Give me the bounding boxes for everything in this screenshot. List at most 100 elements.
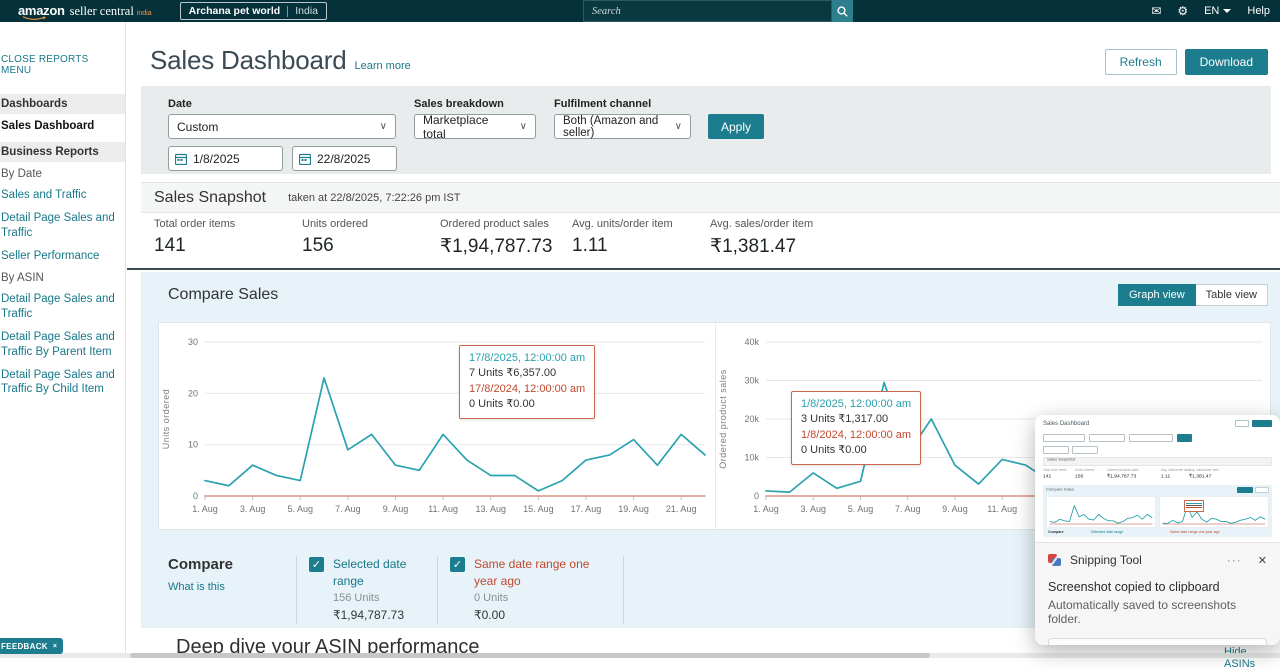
svg-text:1. Aug: 1. Aug [753,504,779,514]
tooltip-current-value: 3 Units ₹1,317.00 [801,412,911,427]
tooltip-prior-date: 1/8/2024, 12:00:00 am [801,428,911,443]
tooltip-current-value: 7 Units ₹6,357.00 [469,366,585,381]
view-toggle: Graph view Table view [1118,284,1268,306]
fulfilment-channel-dropdown[interactable]: Both (Amazon and seller) ∨ [554,114,691,139]
selected-range-checkbox[interactable]: ✓ [309,557,324,572]
more-options-icon[interactable]: ··· [1227,553,1242,567]
legend-series-label: Same date range one year ago [474,556,604,591]
svg-text:13. Aug: 13. Aug [475,504,506,514]
sidebar-item[interactable]: Sales and Traffic [0,182,126,205]
header-buttons: Refresh Download [1105,49,1268,75]
units-ordered-chart[interactable]: 01020301. Aug3. Aug5. Aug7. Aug9. Aug11.… [159,323,715,529]
sidebar-item[interactable]: Seller Performance [0,243,126,266]
store-region: India [295,5,318,17]
date-from-input[interactable]: 1/8/2025 [168,146,283,171]
snapshot-timestamp: taken at 22/8/2025, 7:22:26 pm IST [288,192,460,204]
chevron-down-icon: ∨ [380,121,387,132]
search-input[interactable] [583,0,832,22]
calendar-icon [293,147,317,170]
tooltip-current-date: 17/8/2025, 12:00:00 am [469,351,585,366]
feedback-label: FEEDBACK [1,642,48,651]
sidebar-item[interactable]: Sales Dashboard [0,114,126,134]
svg-text:40k: 40k [744,337,759,347]
legend-item-selected-range: ✓ Selected date range 156 Units ₹1,94,78… [297,556,437,624]
svg-text:7. Aug: 7. Aug [335,504,361,514]
sales-breakdown-dropdown[interactable]: Marketplace total ∨ [414,114,536,139]
units-ordered-chart-svg: 01020301. Aug3. Aug5. Aug7. Aug9. Aug11.… [159,326,715,526]
apply-button[interactable]: Apply [708,114,764,139]
sidebar-item[interactable]: Detail Page Sales and Traffic By Parent … [0,324,126,362]
year-ago-checkbox[interactable]: ✓ [450,557,465,572]
svg-text:0: 0 [754,491,759,501]
close-icon[interactable]: × [53,643,57,650]
language-selector[interactable]: EN [1204,5,1231,17]
sidebar-item[interactable]: Detail Page Sales and Traffic By Child I… [0,362,126,400]
snipping-tool-notification: Sales Dashboard Sales Snapshot Total ord… [1035,415,1280,645]
svg-text:3. Aug: 3. Aug [240,504,266,514]
legend-series-label: Selected date range [333,556,425,591]
snipping-tool-icon [1048,553,1062,567]
seller-central-logo-text: seller central [70,4,134,19]
thumbnail-refresh-button [1235,420,1249,427]
messages-icon[interactable]: ✉ [1151,4,1161,18]
thumbnail-tooltip [1184,500,1204,512]
learn-more-link[interactable]: Learn more [354,60,410,72]
date-from-value: 1/8/2025 [193,152,240,166]
page-header: Sales Dashboard Learn more [150,45,411,76]
topbar-right-controls: ✉ ⚙ EN Help [1151,0,1270,22]
sidebar-menu-list: DashboardsSales Dashboard Business Report… [0,94,126,399]
close-reports-menu-link[interactable]: CLOSE REPORTS MENU [0,22,126,86]
search-button[interactable] [832,0,853,22]
sidebar-item[interactable]: Detail Page Sales and Traffic [0,205,126,243]
download-button[interactable]: Download [1185,49,1268,75]
markup-and-share-button[interactable]: Markup and share [1048,638,1267,645]
store-selector[interactable]: Archana pet world India [180,2,327,20]
scrollbar-thumb[interactable] [130,653,930,658]
sidebar-item: By ASIN [0,266,126,286]
calendar-icon [169,147,193,170]
sales-breakdown-value: Marketplace total [423,113,514,141]
notification-submessage: Automatically saved to screenshots folde… [1048,598,1267,626]
compare-legend-title: Compare [168,556,296,573]
svg-text:20: 20 [188,388,198,398]
sidebar-item: Business Reports [0,142,126,162]
sidebar-item: By Date [0,162,126,182]
table-view-button[interactable]: Table view [1196,284,1268,306]
sidebar-item: Dashboards [0,94,126,114]
svg-text:1. Aug: 1. Aug [192,504,218,514]
notification-body: Snipping Tool ··· ✕ Screenshot copied to… [1035,543,1280,645]
date-to-input[interactable]: 22/8/2025 [292,146,397,171]
settings-gear-icon[interactable]: ⚙ [1177,4,1188,18]
compare-legend: Compare What is this ✓ Selected date ran… [168,556,624,624]
what-is-this-link[interactable]: What is this [168,581,296,593]
thumbnail-download-button [1252,420,1272,427]
date-range-dropdown[interactable]: Custom ∨ [168,114,396,139]
thumbnail-filters [1043,433,1272,457]
page-title: Sales Dashboard [150,45,346,76]
tooltip-prior-value: 0 Units ₹0.00 [801,443,911,458]
fulfilment-channel-label: Fulfilment channel [554,98,651,110]
svg-text:3. Aug: 3. Aug [800,504,826,514]
svg-text:Ordered product sales: Ordered product sales [718,369,728,469]
graph-view-button[interactable]: Graph view [1118,284,1196,306]
notification-message: Screenshot copied to clipboard [1048,580,1267,594]
feedback-button[interactable]: FEEDBACK × [0,638,63,654]
hide-asins-link[interactable]: Hide ASINs [1224,646,1280,670]
tooltip-prior-date: 17/8/2024, 12:00:00 am [469,382,585,397]
horizontal-scrollbar[interactable] [0,653,1280,658]
thumbnail-compare-panel: Compare Sales Compare Selected date rang… [1043,485,1272,537]
legend-divider [623,556,624,624]
chart-tooltip: 1/8/2025, 12:00:00 am 3 Units ₹1,317.00 … [791,391,921,465]
refresh-button[interactable]: Refresh [1105,49,1177,75]
svg-text:10k: 10k [744,453,759,463]
help-link[interactable]: Help [1247,5,1270,17]
amazon-seller-central-logo[interactable]: amazon seller central india [18,3,152,19]
svg-text:11. Aug: 11. Aug [428,504,458,514]
screenshot-thumbnail[interactable]: Sales Dashboard Sales Snapshot Total ord… [1035,415,1280,543]
date-range-value: Custom [177,120,218,134]
svg-text:Units ordered: Units ordered [161,389,171,450]
chevron-down-icon [1223,9,1231,13]
filter-panel: Date Custom ∨ 1/8/2025 22/8/2025 Sales b… [141,86,1271,174]
sidebar-item[interactable]: Detail Page Sales and Traffic [0,286,126,324]
close-icon[interactable]: ✕ [1258,554,1267,567]
